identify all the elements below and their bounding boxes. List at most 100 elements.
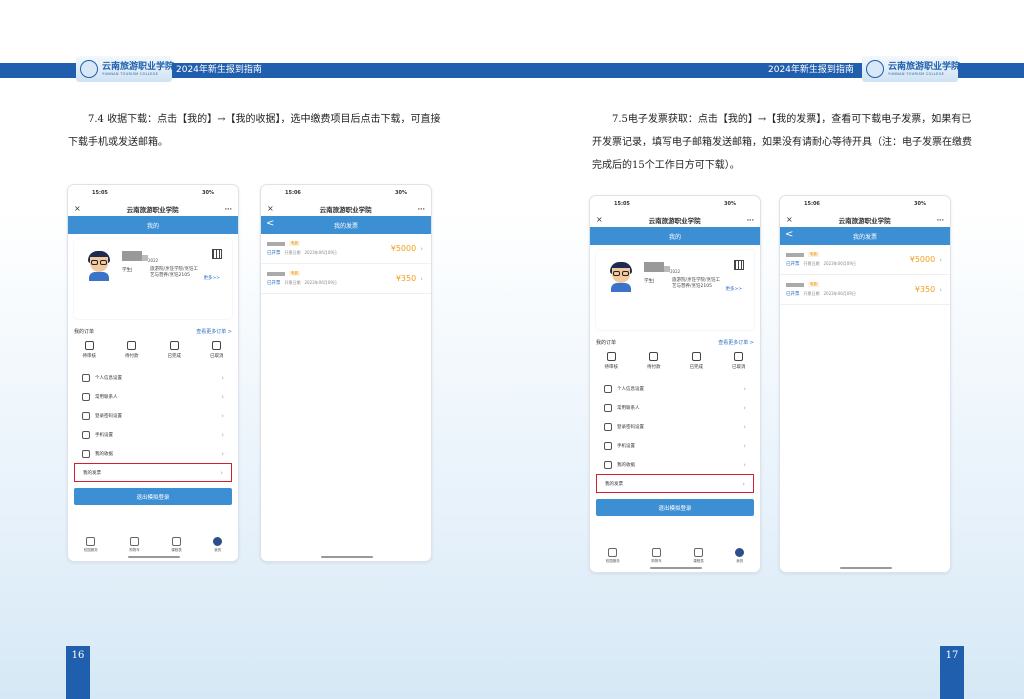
menu-password[interactable]: 登录密码设置 › [74,406,232,425]
order-cancelled[interactable]: 已取消 [210,341,224,359]
menu-receipts[interactable]: 我的收据 › [596,455,754,474]
order-pending-payment[interactable]: 待付款 [125,341,139,359]
logout-button[interactable]: 退出模拟登录 [596,499,754,516]
lock-icon [82,411,90,420]
invoice-item[interactable]: 电费 已开票 开票日期 2023年06月09日 ¥350 › [780,275,950,305]
menu-label: 常用联系人 [617,405,640,411]
home-indicator [650,567,702,569]
order-cancelled[interactable]: 已取消 [732,352,746,370]
orders-more-link[interactable]: 查看更多订单 > [718,339,754,346]
wallet-icon [649,352,659,361]
role-label: 学生| [644,279,655,284]
tab-campus-service[interactable]: 校园服务 [84,537,98,553]
menu-phone[interactable]: 手机设置 › [74,425,232,444]
invoice-item[interactable]: 电费 已开票 开票日期 2023年06月09日 ¥5000 › [261,234,431,264]
battery-level: 30% [395,190,407,196]
cart-icon [652,548,661,557]
chevron-right-icon: › [743,422,746,431]
order-pending-review[interactable]: 待审核 [604,352,619,370]
school-name-en: YUNNAN TOURISM COLLEGE [888,72,945,76]
menu-receipts[interactable]: 我的收据 › [74,444,232,463]
close-icon[interactable]: × [267,204,274,213]
order-completed[interactable]: 已完成 [690,352,703,370]
more-icon[interactable]: ··· [937,216,944,224]
qr-code-icon[interactable] [212,249,222,259]
menu-contacts[interactable]: 常用联系人 › [74,387,232,406]
home-icon [608,548,618,557]
page-number-left: 16 [66,646,90,699]
menu-label: 我的收据 [617,462,635,468]
tab-cart[interactable]: 购物车 [129,537,140,553]
order-label: 待付款 [647,365,661,370]
back-icon[interactable]: < [785,229,793,240]
redacted-name [644,262,664,272]
tab-me[interactable]: 我的 [735,548,745,564]
menu-label: 个人信息设置 [617,386,644,392]
order-pending-payment[interactable]: 待付款 [647,352,661,370]
logout-button[interactable]: 退出模拟登录 [74,488,232,505]
profile-card: 2022 学生| 旅游院/烹饪学院/烹饪工艺与营养/烹饪2105 更多>> [74,239,232,319]
invoice-item[interactable]: 电费 已开票 开票日期 2023年06月09日 ¥5000 › [780,245,950,275]
tab-me[interactable]: 我的 [213,537,223,553]
tab-campus-service[interactable]: 校园服务 [606,548,620,564]
user-icon [735,548,745,557]
orders-more-link[interactable]: 查看更多订单 > [196,328,232,335]
title-bar: × 云南旅游职业学院 ··· [261,201,431,216]
status-bar: 15:05 30% [590,196,760,212]
orders-title: 我的订单 [74,329,95,335]
tab-schedule[interactable]: 课程表 [693,548,704,564]
menu-invoices[interactable]: 我的发票 › [596,474,754,493]
invoice-amount: ¥350 [395,274,417,283]
invoice-item[interactable]: 电费 已开票 开票日期 2023年06月09日 ¥350 › [261,264,431,294]
page-header: < 我的发票 [261,216,431,234]
redacted-name [122,251,142,261]
lock-icon [604,422,612,431]
page-header: < 我的发票 [780,227,950,245]
order-status-row: 待审核 待付款 已完成 已取消 [68,335,238,363]
chevron-right-icon: › [742,479,745,488]
menu-contacts[interactable]: 常用联系人 › [596,398,754,417]
school-name-cn: 云南旅游职业学院 [102,62,175,72]
more-icon[interactable]: ··· [225,205,232,213]
tab-cart[interactable]: 购物车 [651,548,662,564]
menu-password[interactable]: 登录密码设置 › [596,417,754,436]
settings-menu: 个人信息设置 › 常用联系人 › 登录密码设置 › 手机设置 › 我的收据 › 我的发票 › [74,368,232,482]
menu-personal-info[interactable]: 个人信息设置 › [596,379,754,398]
menu-invoices[interactable]: 我的发票 › [74,463,232,482]
more-link[interactable]: 更多>> [203,275,220,281]
school-logo-left: 云南旅游职业学院 YUNNAN TOURISM COLLEGE [76,56,175,82]
check-box-icon [169,341,179,350]
menu-personal-info[interactable]: 个人信息设置 › [74,368,232,387]
more-link[interactable]: 更多>> [725,286,742,292]
order-label: 已完成 [167,354,182,359]
close-icon[interactable]: × [786,215,793,224]
battery-level: 30% [914,201,926,207]
invoice-amount: ¥5000 [909,255,936,264]
invoice-date: 2023年06月09日 [823,261,856,266]
contacts-icon [604,403,612,412]
order-pending-review[interactable]: 待审核 [83,341,96,359]
app-title: 云南旅游职业学院 [838,216,891,225]
close-icon[interactable]: × [596,215,603,224]
school-name-cn: 云南旅游职业学院 [888,62,961,72]
tab-label: 我的 [736,559,744,563]
close-icon[interactable]: × [74,204,81,213]
order-label: 待审核 [604,365,619,370]
back-icon[interactable]: < [266,218,274,229]
invoice-date: 2023年06月09日 [304,280,337,285]
status-bar: 15:05 30% [68,185,238,201]
tab-label: 校园服务 [605,559,620,563]
more-icon[interactable]: ··· [418,205,425,213]
order-label: 已取消 [732,365,746,370]
page-title: 我的发票 [333,222,358,230]
tab-schedule[interactable]: 课程表 [171,537,182,553]
phone-my-page-left: 15:05 30% × 云南旅游职业学院 ··· 我的 2022 学生| 旅游院/烹饪… [67,184,239,562]
order-completed[interactable]: 已完成 [167,341,182,359]
more-icon[interactable]: ··· [747,216,754,224]
qr-code-icon[interactable] [734,260,744,270]
chevron-right-icon: › [420,274,423,283]
page-number-right: 17 [940,646,964,699]
chevron-right-icon: › [939,255,942,264]
menu-phone[interactable]: 手机设置 › [596,436,754,455]
page-header: 我的 [590,227,760,245]
